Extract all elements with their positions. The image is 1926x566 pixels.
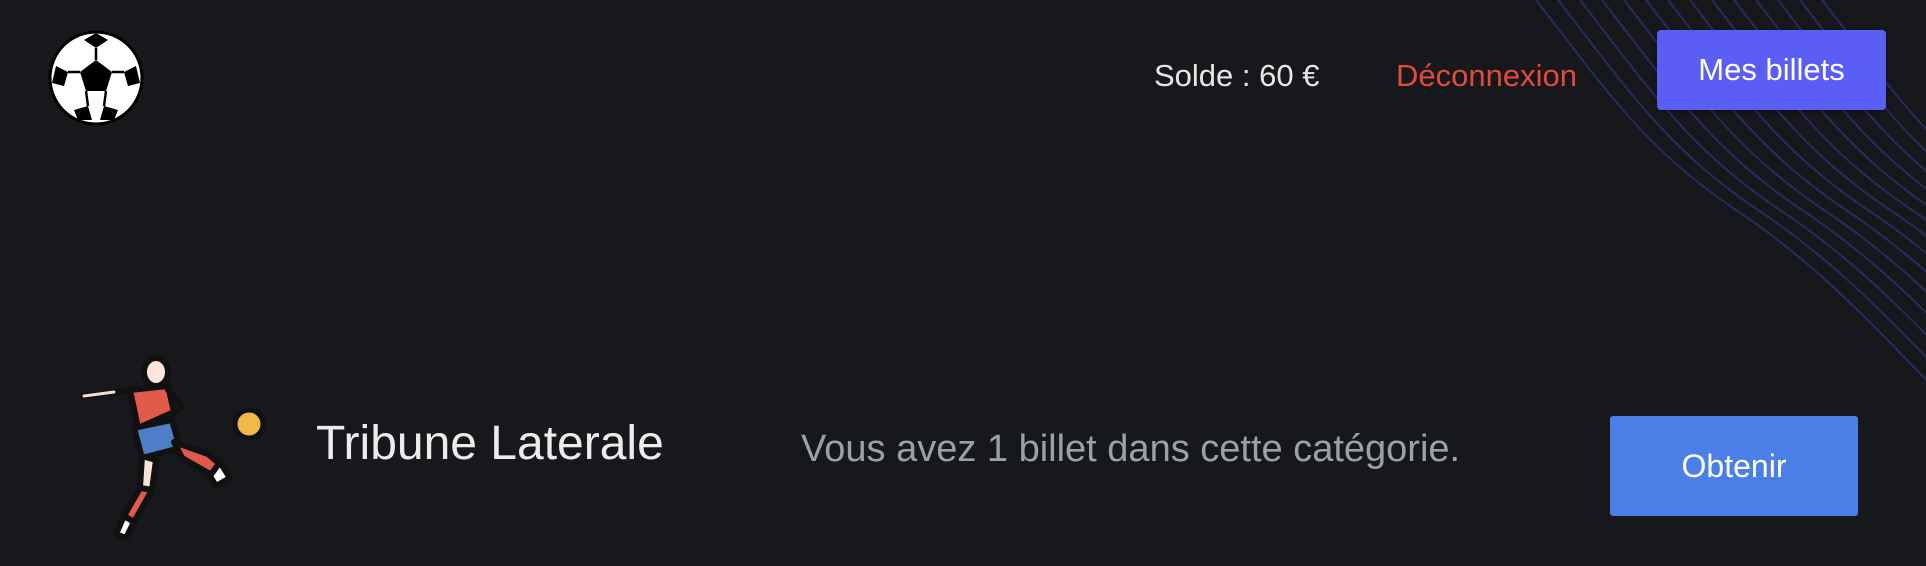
category-ticket-count-text: Vous avez 1 billet dans cette catégorie. bbox=[801, 428, 1461, 470]
my-tickets-button[interactable]: Mes billets bbox=[1657, 30, 1886, 110]
obtain-button[interactable]: Obtenir bbox=[1610, 416, 1858, 516]
soccer-player-kicking-icon bbox=[70, 350, 280, 550]
balance-text: Solde : 60 € bbox=[1154, 58, 1320, 93]
logout-link[interactable]: Déconnexion bbox=[1396, 58, 1577, 94]
category-name: Tribune Laterale bbox=[316, 417, 664, 470]
page: Solde : 60 € Déconnexion Mes billets Tri… bbox=[0, 0, 1926, 566]
soccer-ball-icon[interactable] bbox=[46, 28, 146, 128]
